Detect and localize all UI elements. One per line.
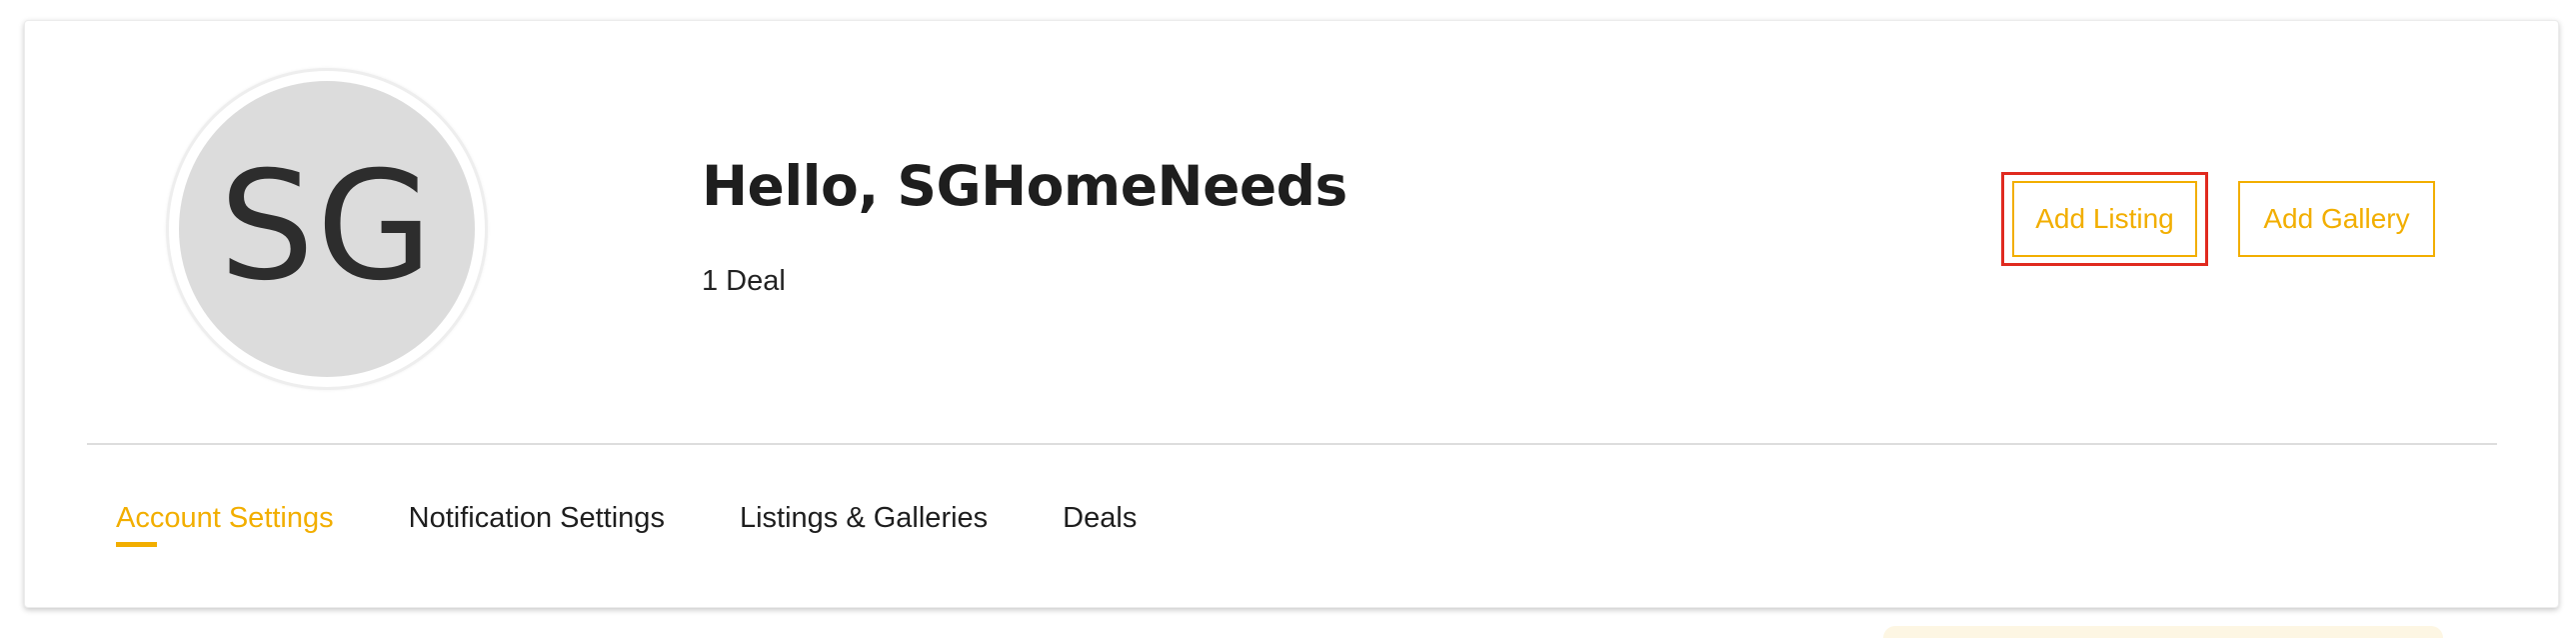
tab-notification-settings[interactable]: Notification Settings (409, 502, 665, 549)
tab-label: Account Settings (116, 502, 334, 534)
add-listing-button[interactable]: Add Listing (2012, 181, 2197, 257)
tab-label: Listings & Galleries (739, 502, 989, 534)
tab-deals[interactable]: Deals (1063, 502, 1137, 549)
active-tab-indicator (116, 542, 157, 547)
tab-listings-galleries[interactable]: Listings & Galleries (740, 502, 988, 549)
greeting-heading: Hello, SGHomeNeeds (702, 154, 1347, 218)
tab-account-settings[interactable]: Account Settings (116, 502, 334, 549)
section-divider (87, 443, 2497, 445)
profile-card: SG Hello, SGHomeNeeds 1 Deal Add Listing… (24, 20, 2559, 608)
tab-label: Deals (1063, 502, 1138, 534)
avatar-ring: SG (166, 68, 488, 390)
avatar: SG (179, 81, 475, 377)
tab-label: Notification Settings (408, 502, 665, 534)
next-section-edge (1883, 626, 2443, 638)
deal-count: 1 Deal (702, 265, 786, 297)
add-gallery-button[interactable]: Add Gallery (2238, 181, 2435, 257)
settings-tabs: Account Settings Notification Settings L… (116, 502, 1212, 549)
